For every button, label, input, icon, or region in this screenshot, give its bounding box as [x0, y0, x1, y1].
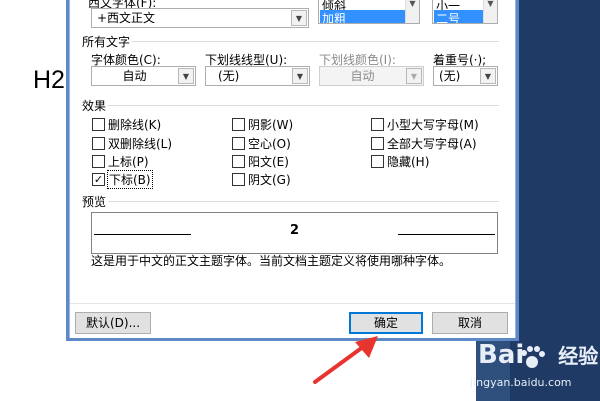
watermark-url: jingyan.baidu.com	[470, 376, 572, 389]
engrave-label[interactable]: 阴文(G)	[248, 171, 291, 188]
subscript-checkbox[interactable]: ✓	[92, 173, 105, 186]
western-font-combo[interactable]: +西文正文 ▼	[91, 8, 309, 28]
superscript-label[interactable]: 上标(P)	[108, 153, 149, 170]
emboss-checkbox[interactable]	[232, 155, 245, 168]
font-style-item-selected[interactable]: 加粗	[320, 10, 405, 23]
preview-sample-text: 2	[289, 223, 300, 238]
underline-style-combo[interactable]: (无) ▼	[205, 66, 310, 86]
scrollbar[interactable]: ▼	[483, 0, 497, 23]
double-strikethrough-checkbox[interactable]	[92, 137, 105, 150]
strikethrough-label[interactable]: 删除线(K)	[108, 116, 161, 133]
all-caps-checkbox[interactable]	[371, 137, 384, 150]
engrave-checkbox[interactable]	[232, 173, 245, 186]
group-divider	[108, 105, 499, 106]
underline-color-combo: 自动 ▼	[319, 66, 424, 86]
preview-group-title: 预览	[82, 195, 107, 209]
group-divider	[132, 41, 499, 42]
font-color-combo[interactable]: 自动 ▼	[91, 66, 196, 86]
font-style-listbox[interactable]: 倾斜 加粗 ▼	[318, 0, 420, 24]
underline-style-value: (无)	[218, 69, 240, 83]
scrollbar[interactable]: ▼	[405, 0, 419, 23]
small-caps-label[interactable]: 小型大写字母(M)	[387, 116, 479, 133]
small-caps-checkbox[interactable]	[371, 118, 384, 131]
underline-color-value: 自动	[350, 69, 375, 83]
outline-label[interactable]: 空心(O)	[248, 135, 291, 152]
preview-box: 2	[91, 212, 498, 254]
chevron-down-icon[interactable]: ▼	[291, 10, 307, 26]
emphasis-mark-value: (无)	[439, 69, 461, 83]
font-color-value: 自动	[122, 69, 147, 83]
set-as-default-button[interactable]: 默认(D)...	[75, 312, 151, 334]
footer-divider	[70, 303, 515, 304]
effects-group-title: 效果	[82, 99, 107, 113]
paw-logo-icon	[521, 346, 545, 368]
group-divider	[108, 201, 499, 202]
hidden-label[interactable]: 隐藏(H)	[387, 153, 429, 170]
all-caps-label[interactable]: 全部大写字母(A)	[387, 135, 477, 152]
emphasis-mark-combo[interactable]: (无) ▼	[433, 66, 498, 86]
chevron-down-icon[interactable]: ▼	[178, 68, 194, 84]
chevron-down-icon: ▼	[406, 68, 422, 84]
subscript-label[interactable]: 下标(B)	[107, 170, 153, 189]
cancel-button[interactable]: 取消	[432, 312, 508, 334]
chevron-down-icon[interactable]: ▼	[292, 68, 308, 84]
font-size-listbox[interactable]: 小一 二号 ▼	[432, 0, 498, 24]
double-strikethrough-label[interactable]: 双删除线(L)	[108, 135, 172, 152]
font-size-item-selected[interactable]: 二号	[434, 10, 483, 23]
strikethrough-checkbox[interactable]	[92, 118, 105, 131]
western-font-value: +西文正文	[97, 11, 156, 25]
document-heading-text: H2	[33, 66, 65, 94]
shadow-label[interactable]: 阴影(W)	[248, 116, 293, 133]
outline-checkbox[interactable]	[232, 137, 245, 150]
annotation-arrow-icon	[313, 336, 378, 384]
hidden-checkbox[interactable]	[371, 155, 384, 168]
chevron-down-icon[interactable]: ▼	[480, 68, 496, 84]
preview-description: 这是用于中文的正文主题字体。当前文档主题定义将使用哪种字体。	[91, 254, 452, 268]
shadow-checkbox[interactable]	[232, 118, 245, 131]
superscript-checkbox[interactable]	[92, 155, 105, 168]
all-text-group-title: 所有文字	[82, 35, 131, 49]
emboss-label[interactable]: 阳文(E)	[248, 153, 289, 170]
